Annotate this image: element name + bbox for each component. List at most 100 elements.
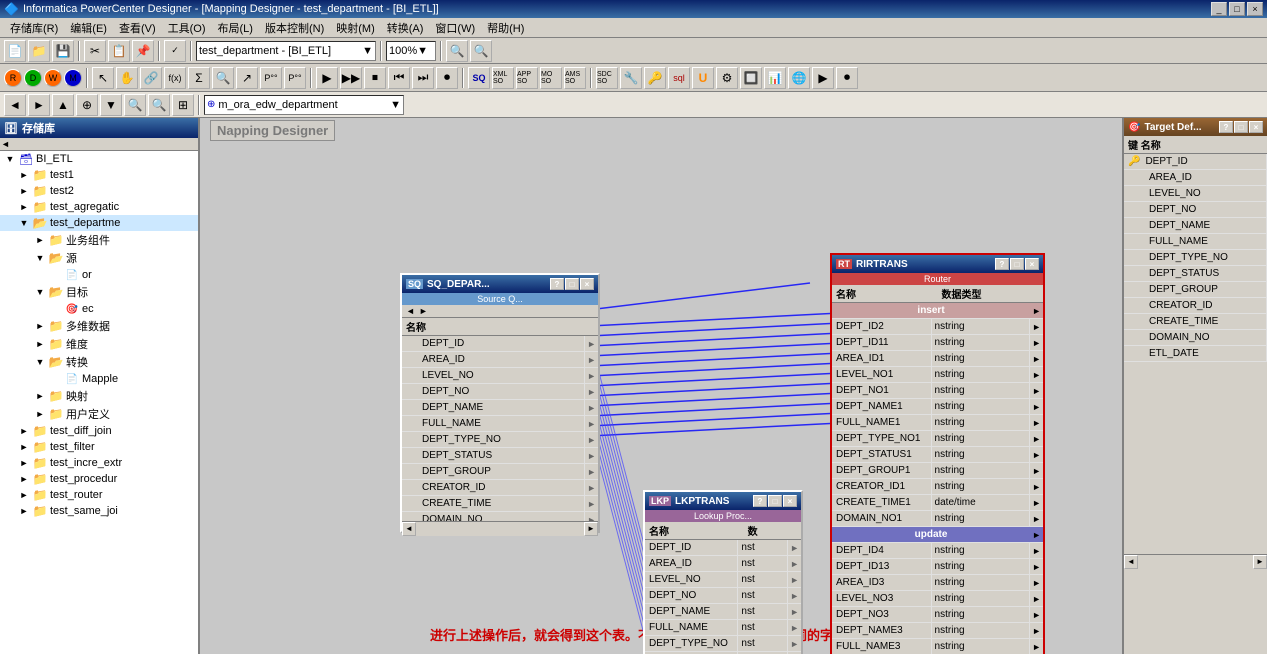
tb2-ams[interactable]: AMS SO: [564, 67, 586, 89]
tb2-forward[interactable]: ⏭: [412, 67, 434, 89]
r-ins-10[interactable]: DEPT_GROUP1nstring►: [832, 463, 1043, 479]
tree-item-target[interactable]: ▼ 📂 目标: [0, 283, 198, 301]
tb2-u[interactable]: U: [692, 67, 714, 89]
minimize-btn[interactable]: _: [1211, 2, 1227, 16]
close-btn[interactable]: ×: [1247, 2, 1263, 16]
tb2-sum[interactable]: Σ: [188, 67, 210, 89]
tb2-sdc[interactable]: SDC SO: [596, 67, 618, 89]
tree-item-userdef[interactable]: ► 📁 用户定义: [0, 405, 198, 423]
router-question[interactable]: ?: [995, 258, 1009, 270]
lkp-row-5[interactable]: DEPT_NAMEnst►: [645, 604, 801, 620]
source-row-3[interactable]: LEVEL_NO►: [402, 368, 598, 384]
tgt-row-7[interactable]: DEPT_TYPE_NO: [1124, 250, 1267, 266]
tgt-row-12[interactable]: DOMAIN_NO: [1124, 330, 1267, 346]
tree-item-agregatic[interactable]: ► 📁 test_agregatic: [0, 199, 198, 215]
lookup-question[interactable]: ?: [753, 495, 767, 507]
tb2-play[interactable]: ▶: [316, 67, 338, 89]
r-ins-7[interactable]: FULL_NAME1nstring►: [832, 415, 1043, 431]
tree-item-or[interactable]: 📄 or: [0, 267, 198, 283]
source-row-6[interactable]: FULL_NAME►: [402, 416, 598, 432]
source-row-11[interactable]: CREATE_TIME►: [402, 496, 598, 512]
router-group-update[interactable]: update ►: [832, 527, 1043, 543]
router-close[interactable]: ×: [1025, 258, 1039, 270]
tgt-row-8[interactable]: DEPT_STATUS: [1124, 266, 1267, 282]
source-question[interactable]: ?: [550, 278, 564, 290]
r-upd-3[interactable]: AREA_ID3nstring►: [832, 575, 1043, 591]
tree-root[interactable]: ▼ 🗃 BI_ETL: [0, 151, 198, 167]
target-question[interactable]: ?: [1219, 121, 1233, 133]
tb2-p[interactable]: P°°: [260, 67, 282, 89]
r-upd-2[interactable]: DEPT_ID13nstring►: [832, 559, 1043, 575]
expand-root[interactable]: ▼: [2, 154, 18, 164]
zoom-in-btn[interactable]: 🔍: [446, 40, 468, 62]
tb2-more7[interactable]: ▶: [812, 67, 834, 89]
tree-item-incre[interactable]: ► 📁 test_incre_extr: [0, 455, 198, 471]
tree-item-ec[interactable]: 🎯 ec: [0, 301, 198, 317]
tree-item-procedure[interactable]: ► 📁 test_procedur: [0, 471, 198, 487]
tb2-btn-2[interactable]: D: [24, 69, 42, 87]
tb2-play2[interactable]: ▶▶: [340, 67, 362, 89]
tb2-more4[interactable]: 🔲: [740, 67, 762, 89]
zoom-out-btn[interactable]: 🔍: [470, 40, 492, 62]
r-ins-6[interactable]: DEPT_NAME1nstring►: [832, 399, 1043, 415]
r-upd-4[interactable]: LEVEL_NO3nstring►: [832, 591, 1043, 607]
tree-item-filter[interactable]: ► 📁 test_filter: [0, 439, 198, 455]
lookup-maximize[interactable]: □: [768, 495, 782, 507]
r-ins-5[interactable]: DEPT_NO1nstring►: [832, 383, 1043, 399]
r-ins-11[interactable]: CREATOR_ID1nstring►: [832, 479, 1043, 495]
r-upd-1[interactable]: DEPT_ID4nstring►: [832, 543, 1043, 559]
menu-transform[interactable]: 转换(A): [381, 19, 430, 37]
copy-btn[interactable]: 📋: [108, 40, 130, 62]
source-nav-left[interactable]: ◄: [406, 306, 415, 316]
tb2-po[interactable]: P°°: [284, 67, 306, 89]
tree-item-test1[interactable]: ► 📁 test1: [0, 167, 198, 183]
tb2-more8[interactable]: ⏺: [836, 67, 858, 89]
menu-help[interactable]: 帮助(H): [481, 19, 530, 37]
open-btn[interactable]: 📁: [28, 40, 50, 62]
r-ins-12[interactable]: CREATE_TIME1date/time►: [832, 495, 1043, 511]
tgt-row-13[interactable]: ETL_DATE: [1124, 346, 1267, 362]
tree-item-multidim[interactable]: ► 📁 多维数据: [0, 317, 198, 335]
tb2-btn-3[interactable]: W: [44, 69, 62, 87]
mapping-combo-wrapper[interactable]: ⊕ m_ora_edw_department ▼: [204, 95, 404, 115]
r-ins-2[interactable]: DEPT_ID11nstring►: [832, 335, 1043, 351]
tree-item-source[interactable]: ▼ 📂 源: [0, 249, 198, 267]
lkp-row-1[interactable]: DEPT_IDnst►: [645, 540, 801, 556]
tb2-arrow[interactable]: ↗: [236, 67, 258, 89]
router-body[interactable]: insert ► DEPT_ID2nstring► DEPT_ID11nstri…: [832, 303, 1043, 654]
target-maximize[interactable]: □: [1234, 121, 1248, 133]
source-row-1[interactable]: DEPT_ID►: [402, 336, 598, 352]
tree-item-bizcomp[interactable]: ► 📁 业务组件: [0, 231, 198, 249]
collapse-btn[interactable]: ◄: [1, 139, 10, 149]
router-maximize[interactable]: □: [1010, 258, 1024, 270]
tb2-back[interactable]: ⏮: [388, 67, 410, 89]
tb2-btn-1[interactable]: R: [4, 69, 22, 87]
lookup-close[interactable]: ×: [783, 495, 797, 507]
tb2-f[interactable]: f(x): [164, 67, 186, 89]
tb2-app[interactable]: APP SO: [516, 67, 538, 89]
menu-repository[interactable]: 存储库(R): [4, 19, 64, 37]
tree-item-router[interactable]: ► 📁 test_router: [0, 487, 198, 503]
menu-layout[interactable]: 布局(L): [212, 19, 259, 37]
tb2-more5[interactable]: 📊: [764, 67, 786, 89]
tb2-more2[interactable]: 🔑: [644, 67, 666, 89]
tb2-rec[interactable]: ⏺: [436, 67, 458, 89]
nav-right-btn[interactable]: ►: [28, 94, 50, 116]
lkp-row-7[interactable]: DEPT_TYPE_NOnst►: [645, 636, 801, 652]
tb2-sql[interactable]: sql: [668, 67, 690, 89]
r-ins-8[interactable]: DEPT_TYPE_NO1nstring►: [832, 431, 1043, 447]
tgt-row-9[interactable]: DEPT_GROUP: [1124, 282, 1267, 298]
lookup-body[interactable]: DEPT_IDnst► AREA_IDnst► LEVEL_NOnst► DEP…: [645, 540, 801, 654]
tree-item-transform[interactable]: ▼ 📂 转换: [0, 353, 198, 371]
tb2-more3[interactable]: ⚙: [716, 67, 738, 89]
source-nav-right[interactable]: ►: [419, 306, 428, 316]
lookup-window[interactable]: LKP LKPTRANS ? □ × Lookup Proc... 名称 数 D…: [643, 490, 803, 654]
tree-item-test2[interactable]: ► 📁 test2: [0, 183, 198, 199]
source-close[interactable]: ×: [580, 278, 594, 290]
target-close[interactable]: ×: [1249, 121, 1263, 133]
menu-window[interactable]: 窗口(W): [429, 19, 481, 37]
tgt-row-10[interactable]: CREATOR_ID: [1124, 298, 1267, 314]
nav-down-btn[interactable]: ▼: [100, 94, 122, 116]
nav-fit-btn[interactable]: ⊞: [172, 94, 194, 116]
lkp-row-6[interactable]: FULL_NAMEnst►: [645, 620, 801, 636]
